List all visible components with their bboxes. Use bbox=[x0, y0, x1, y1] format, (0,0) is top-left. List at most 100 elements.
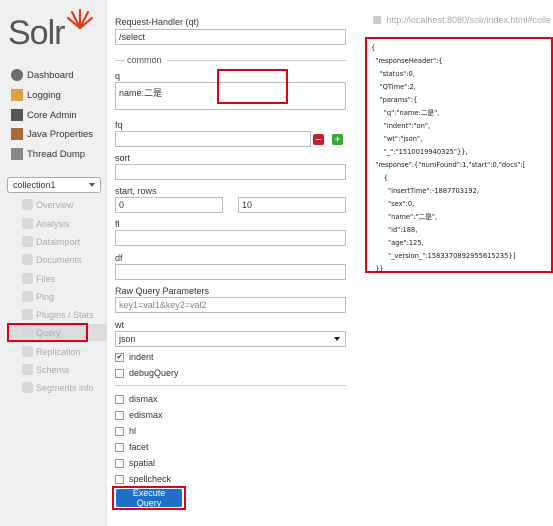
checkbox-label: spatial bbox=[129, 458, 156, 468]
core-menu-plugins-stats[interactable]: Plugins / Stats bbox=[22, 307, 94, 322]
core-menu-schema[interactable]: Schema bbox=[22, 362, 69, 377]
core-selector[interactable]: collection1 bbox=[7, 177, 101, 193]
ping-icon bbox=[22, 291, 33, 302]
wt-select-value: json bbox=[119, 334, 136, 344]
dismax-checkbox[interactable]: dismax bbox=[115, 393, 158, 405]
core-menu-query[interactable]: Query bbox=[22, 325, 61, 340]
core-menu-label: Replication bbox=[36, 346, 81, 357]
core-menu-overview[interactable]: Overview bbox=[22, 197, 74, 212]
checkbox-label: hl bbox=[129, 426, 137, 436]
nav-label: Core Admin bbox=[27, 109, 77, 121]
remove-fq-button[interactable]: – bbox=[313, 134, 324, 145]
core-menu-segments-info[interactable]: Segments info bbox=[22, 380, 94, 395]
raw-params-input[interactable]: key1=val1&key2=val2 bbox=[115, 297, 346, 313]
add-fq-button[interactable]: + bbox=[332, 134, 343, 145]
core-menu-replication[interactable]: Replication bbox=[22, 344, 81, 359]
files-icon bbox=[22, 273, 33, 284]
checkbox-label: facet bbox=[129, 442, 149, 452]
divider bbox=[115, 60, 125, 61]
fq-input[interactable] bbox=[115, 131, 311, 147]
hl-checkbox[interactable]: hl bbox=[115, 425, 136, 437]
core-menu-documents[interactable]: Documents bbox=[22, 252, 82, 267]
chevron-down-icon bbox=[334, 337, 340, 341]
json-line: "status":0, bbox=[371, 70, 415, 78]
solr-logo[interactable]: Solr bbox=[8, 6, 103, 52]
fl-input[interactable] bbox=[115, 230, 346, 246]
start-rows-label: start, rows bbox=[115, 186, 157, 196]
json-line: "params":{ bbox=[371, 96, 418, 104]
json-line: "_":"1510019940325"}}, bbox=[371, 148, 468, 156]
start-input[interactable]: 0 bbox=[115, 197, 223, 213]
nav-thread-dump[interactable]: Thread Dump bbox=[11, 146, 85, 162]
fq-label: fq bbox=[115, 120, 123, 130]
nav-dashboard[interactable]: Dashboard bbox=[11, 67, 73, 83]
checkbox[interactable] bbox=[115, 458, 124, 468]
json-line: "age":125, bbox=[371, 239, 424, 247]
json-line: "insertTime":-1887703192, bbox=[371, 187, 479, 195]
core-menu-label: Schema bbox=[36, 364, 70, 375]
overview-icon bbox=[22, 199, 33, 210]
json-line: { bbox=[371, 174, 389, 182]
solr-sun-icon bbox=[66, 8, 94, 30]
q-textarea[interactable]: name:二是 bbox=[115, 82, 346, 110]
core-menu-analysis[interactable]: Analysis bbox=[22, 216, 70, 231]
sort-label: sort bbox=[115, 153, 131, 163]
json-line: "response":{"numFound":1,"start":0,"docs… bbox=[371, 161, 526, 169]
facet-checkbox[interactable]: facet bbox=[115, 441, 149, 453]
core-menu-label: Dataimport bbox=[36, 236, 81, 247]
checkbox[interactable] bbox=[115, 368, 124, 378]
json-line: }} bbox=[371, 265, 384, 273]
dashboard-icon bbox=[11, 69, 23, 81]
core-selector-value: collection1 bbox=[13, 180, 56, 190]
json-line: "q":"name:二是", bbox=[371, 109, 440, 117]
spellcheck-checkbox[interactable]: spellcheck bbox=[115, 473, 171, 485]
wt-select[interactable]: json bbox=[115, 331, 346, 347]
result-url-link[interactable]: http://localhost:8080/solr/index.html#co… bbox=[373, 15, 551, 25]
json-line: "responseHeader":{ bbox=[371, 57, 443, 65]
df-input[interactable] bbox=[115, 264, 346, 280]
sort-input[interactable] bbox=[115, 164, 346, 180]
checkbox-checked[interactable]: ✔ bbox=[115, 352, 124, 362]
execute-query-button[interactable]: Execute Query bbox=[116, 488, 182, 508]
rows-input[interactable]: 10 bbox=[238, 197, 346, 213]
core-menu-label: Ping bbox=[36, 291, 55, 302]
core-menu-label: Files bbox=[36, 273, 56, 284]
checkbox[interactable] bbox=[115, 474, 124, 484]
nav-label: Logging bbox=[27, 89, 61, 101]
checkbox[interactable] bbox=[115, 410, 124, 420]
wt-label: wt bbox=[115, 320, 124, 330]
core-menu-ping[interactable]: Ping bbox=[22, 289, 54, 304]
thread-dump-icon bbox=[11, 148, 23, 160]
nav-core-admin[interactable]: Core Admin bbox=[11, 107, 77, 123]
common-section-label: common bbox=[127, 55, 162, 65]
json-line: { bbox=[371, 44, 376, 52]
checkbox[interactable] bbox=[115, 426, 124, 436]
spatial-checkbox[interactable]: spatial bbox=[115, 457, 155, 469]
logo-text: Solr bbox=[8, 14, 65, 52]
edismax-checkbox[interactable]: edismax bbox=[115, 409, 163, 421]
checkbox[interactable] bbox=[115, 394, 124, 404]
df-label: df bbox=[115, 253, 123, 263]
core-menu-label: Overview bbox=[36, 199, 74, 210]
query-form: Request-Handler (qt) /select common q na… bbox=[107, 0, 357, 526]
analysis-icon bbox=[22, 218, 33, 229]
replication-icon bbox=[22, 346, 33, 357]
debugquery-checkbox[interactable]: debugQuery bbox=[115, 367, 179, 379]
json-line: "id":188, bbox=[371, 226, 418, 234]
checkbox-label: dismax bbox=[129, 394, 158, 404]
nav-java-properties[interactable]: Java Properties bbox=[11, 126, 93, 142]
plugins-icon bbox=[22, 309, 33, 320]
query-icon bbox=[22, 327, 33, 338]
nav-logging[interactable]: Logging bbox=[11, 87, 61, 103]
dataimport-icon bbox=[22, 236, 33, 247]
java-properties-icon bbox=[11, 128, 23, 140]
q-label: q bbox=[115, 71, 121, 81]
core-menu-label: Segments info bbox=[36, 382, 94, 393]
nav-label: Thread Dump bbox=[27, 148, 86, 160]
indent-checkbox[interactable]: ✔ indent bbox=[115, 351, 154, 363]
checkbox[interactable] bbox=[115, 442, 124, 452]
core-menu-dataimport[interactable]: Dataimport bbox=[22, 234, 80, 249]
request-handler-input[interactable]: /select bbox=[115, 29, 346, 45]
divider bbox=[167, 60, 346, 61]
core-menu-files[interactable]: Files bbox=[22, 271, 55, 286]
